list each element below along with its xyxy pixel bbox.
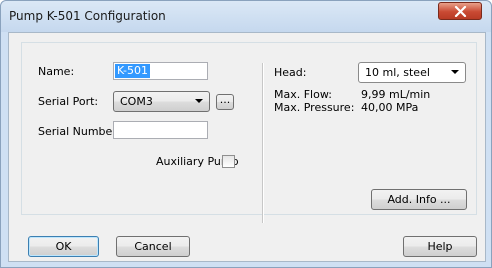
serial-number-label: Serial Number: xyxy=(38,125,121,138)
dialog-content: Name: K-501 Serial Port: COM3 ... Serial… xyxy=(8,32,486,262)
dialog-window: Pump K-501 Configuration Name: K-501 Ser… xyxy=(0,0,492,268)
serial-port-select[interactable]: COM3 xyxy=(113,91,210,112)
serial-number-input[interactable] xyxy=(113,121,208,139)
title-bar[interactable]: Pump K-501 Configuration xyxy=(1,1,491,32)
add-info-button[interactable]: Add. Info ... xyxy=(371,189,467,210)
ok-button[interactable]: OK xyxy=(28,236,99,257)
serial-port-value: COM3 xyxy=(120,95,153,108)
name-input[interactable]: K-501 xyxy=(113,62,208,80)
chevron-down-icon xyxy=(195,99,203,103)
cancel-button[interactable]: Cancel xyxy=(116,236,190,257)
auxiliary-pump-checkbox[interactable] xyxy=(222,155,235,168)
head-value: 10 ml, steel xyxy=(365,66,430,79)
max-flow-value: 9,99 mL/min xyxy=(361,88,431,101)
max-flow-label: Max. Flow: xyxy=(274,88,332,101)
max-pressure-value: 40,00 MPa xyxy=(361,101,419,114)
close-button[interactable] xyxy=(438,2,482,20)
help-button[interactable]: Help xyxy=(403,236,477,257)
name-input-value: K-501 xyxy=(115,64,151,78)
chevron-down-icon xyxy=(451,70,459,74)
max-pressure-label: Max. Pressure: xyxy=(274,101,355,114)
head-select[interactable]: 10 ml, steel xyxy=(358,62,466,83)
head-label: Head: xyxy=(274,66,307,79)
column-divider xyxy=(262,63,264,223)
serial-port-label: Serial Port: xyxy=(38,95,99,108)
close-icon xyxy=(454,6,467,17)
browse-button[interactable]: ... xyxy=(216,94,234,110)
settings-group: Name: K-501 Serial Port: COM3 ... Serial… xyxy=(21,42,477,223)
window-title: Pump K-501 Configuration xyxy=(9,9,166,23)
name-label: Name: xyxy=(38,65,75,78)
